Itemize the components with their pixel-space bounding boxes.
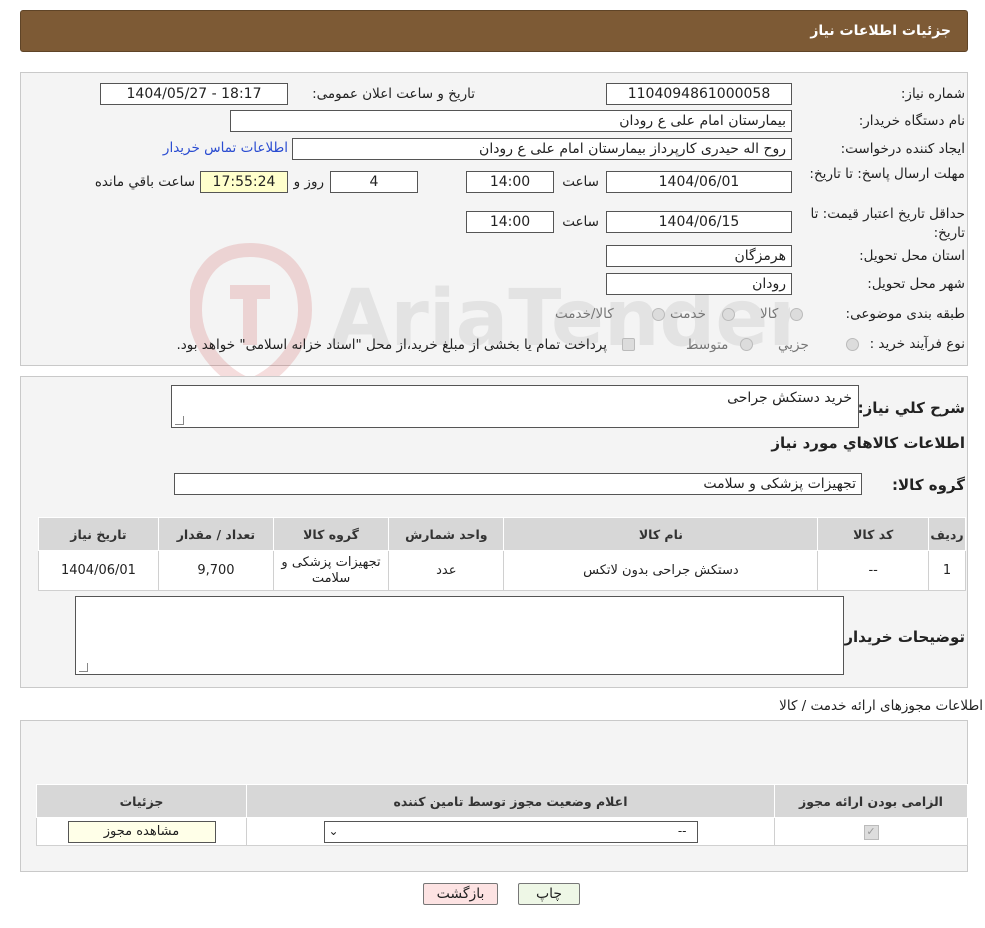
permits-title: اطلاعات مجوزهای ارائه خدمت / کالا — [779, 698, 983, 714]
creator-field: روح اله حیدری کارپرداز بیمارستان امام عل… — [292, 138, 792, 160]
buyer-notes-textarea[interactable] — [75, 596, 844, 675]
permit-required-checkbox[interactable]: ✓ — [863, 824, 879, 840]
validity-label: حداقل تاریخ اعتبار قیمت: تا تاریخ: — [810, 206, 965, 241]
announce-label: تاریخ و ساعت اعلان عمومی: — [312, 86, 475, 102]
description-text: خرید دستکش جراحی — [727, 390, 852, 406]
process-label: نوع فرآیند خرید : — [869, 336, 965, 352]
deadline-date-field: 1404/06/01 — [606, 171, 792, 193]
process-option-medium: متوسط — [686, 337, 729, 353]
deadline-label: مهلت ارسال پاسخ: تا تاریخ: — [809, 166, 965, 182]
permits-table-header: الزامی بودن ارائه مجوز اعلام وضعیت مجوز … — [36, 784, 968, 818]
col-code: کد کالا — [817, 517, 930, 551]
col-row: رديف — [928, 517, 966, 551]
process-radio-medium[interactable] — [740, 338, 753, 351]
category-option-goods-service: کالا/خدمت — [555, 306, 614, 322]
category-radio-goods-service[interactable] — [652, 308, 665, 321]
cell-code: -- — [817, 550, 930, 591]
permit-required-cell: ✓ — [774, 817, 968, 846]
col-qty: تعداد / مقدار — [157, 517, 274, 551]
permits-table: الزامی بودن ارائه مجوز اعلام وضعیت مجوز … — [36, 784, 968, 846]
col-date: تاریخ نیاز — [38, 517, 159, 551]
buyer-org-field: بیمارستان امام علی ع رودان — [230, 110, 792, 132]
permit-status-value: -- — [677, 823, 687, 838]
col-name: نام کالا — [503, 517, 819, 551]
print-button[interactable]: چاپ — [518, 883, 580, 905]
description-textarea[interactable]: خرید دستکش جراحی — [171, 385, 859, 428]
province-field: هرمزگان — [606, 245, 792, 267]
cell-name: دستکش جراحی بدون لاتکس — [503, 550, 819, 591]
contact-buyer-link[interactable]: اطلاعات تماس خریدار — [163, 140, 288, 156]
table-row: 1 -- دستکش جراحی بدون لاتکس عدد تجهیزات … — [38, 550, 966, 591]
col-permit-status: اعلام وضعیت مجوز توسط تامین کننده — [246, 784, 775, 818]
chevron-down-icon: ⌄ — [328, 823, 339, 838]
resize-grip-icon[interactable] — [175, 416, 184, 425]
goods-group-field: تجهیزات پزشکی و سلامت — [174, 473, 862, 495]
deadline-time-field: 14:00 — [466, 171, 554, 193]
province-label: استان محل تحویل: — [859, 248, 965, 264]
city-field: رودان — [606, 273, 792, 295]
view-permit-button[interactable]: مشاهده مجوز — [67, 820, 216, 843]
page-header: جزئیات اطلاعات نیاز — [20, 10, 968, 52]
category-radio-service[interactable] — [722, 308, 735, 321]
back-button[interactable]: بازگشت — [423, 883, 498, 905]
col-unit: واحد شمارش — [388, 517, 505, 551]
need-number-field: 1104094861000058 — [606, 83, 792, 105]
category-option-goods: کالا — [760, 306, 779, 322]
validity-time-label: ساعت — [562, 214, 599, 230]
days-label: روز و — [293, 174, 324, 190]
permit-details-cell: مشاهده مجوز — [36, 817, 247, 846]
permit-status-select[interactable]: ⌄ -- — [323, 820, 698, 843]
remaining-time-field: 17:55:24 — [200, 171, 288, 193]
goods-group-label: گروه کالا: — [892, 476, 965, 494]
category-label: طبقه بندی موضوعی: — [845, 306, 965, 322]
col-permit-required: الزامی بودن ارائه مجوز — [774, 784, 968, 818]
category-option-service: خدمت — [670, 306, 706, 322]
resize-grip-icon[interactable] — [79, 663, 88, 672]
process-note: پرداخت تمام یا بخشی از مبلغ خرید،از محل … — [176, 337, 607, 353]
col-group: گروه کالا — [272, 517, 390, 551]
process-option-minor: جزیي — [778, 337, 809, 353]
announce-datetime-field: 1404/05/27 - 18:17 — [100, 83, 288, 105]
page-title: جزئیات اطلاعات نیاز — [810, 23, 951, 39]
items-table-header: رديف کد کالا نام کالا واحد شمارش گروه کا… — [38, 517, 966, 551]
buyer-notes-label: توضیحات خریدار: — [838, 628, 965, 646]
cell-date: 1404/06/01 — [38, 550, 159, 591]
remaining-time-label: ساعت باقي مانده — [94, 174, 195, 190]
description-label: شرح کلي نياز: — [857, 399, 965, 417]
process-radio-minor[interactable] — [846, 338, 859, 351]
col-permit-details: جزئیات — [36, 784, 247, 818]
cell-group: تجهیزات پزشکی و سلامت — [272, 550, 390, 591]
category-radio-goods[interactable] — [790, 308, 803, 321]
need-number-label: شماره نیاز: — [900, 86, 965, 102]
city-label: شهر محل تحویل: — [867, 276, 965, 292]
permit-status-cell: ⌄ -- — [246, 817, 775, 846]
items-section-title: اطلاعات کالاهاي مورد نياز — [771, 434, 965, 452]
cell-row: 1 — [928, 550, 966, 591]
treasury-checkbox[interactable] — [622, 338, 635, 351]
deadline-time-label: ساعت — [562, 174, 599, 190]
buyer-org-label: نام دستگاه خریدار: — [858, 113, 965, 129]
cell-qty: 9,700 — [157, 550, 274, 591]
validity-date-field: 1404/06/15 — [606, 211, 792, 233]
cell-unit: عدد — [388, 550, 505, 591]
creator-label: ایجاد کننده درخواست: — [840, 141, 965, 157]
validity-time-field: 14:00 — [466, 211, 554, 233]
table-row: ✓ ⌄ -- مشاهده مجوز — [36, 817, 968, 846]
items-table: رديف کد کالا نام کالا واحد شمارش گروه کا… — [38, 517, 966, 591]
days-field: 4 — [330, 171, 418, 193]
